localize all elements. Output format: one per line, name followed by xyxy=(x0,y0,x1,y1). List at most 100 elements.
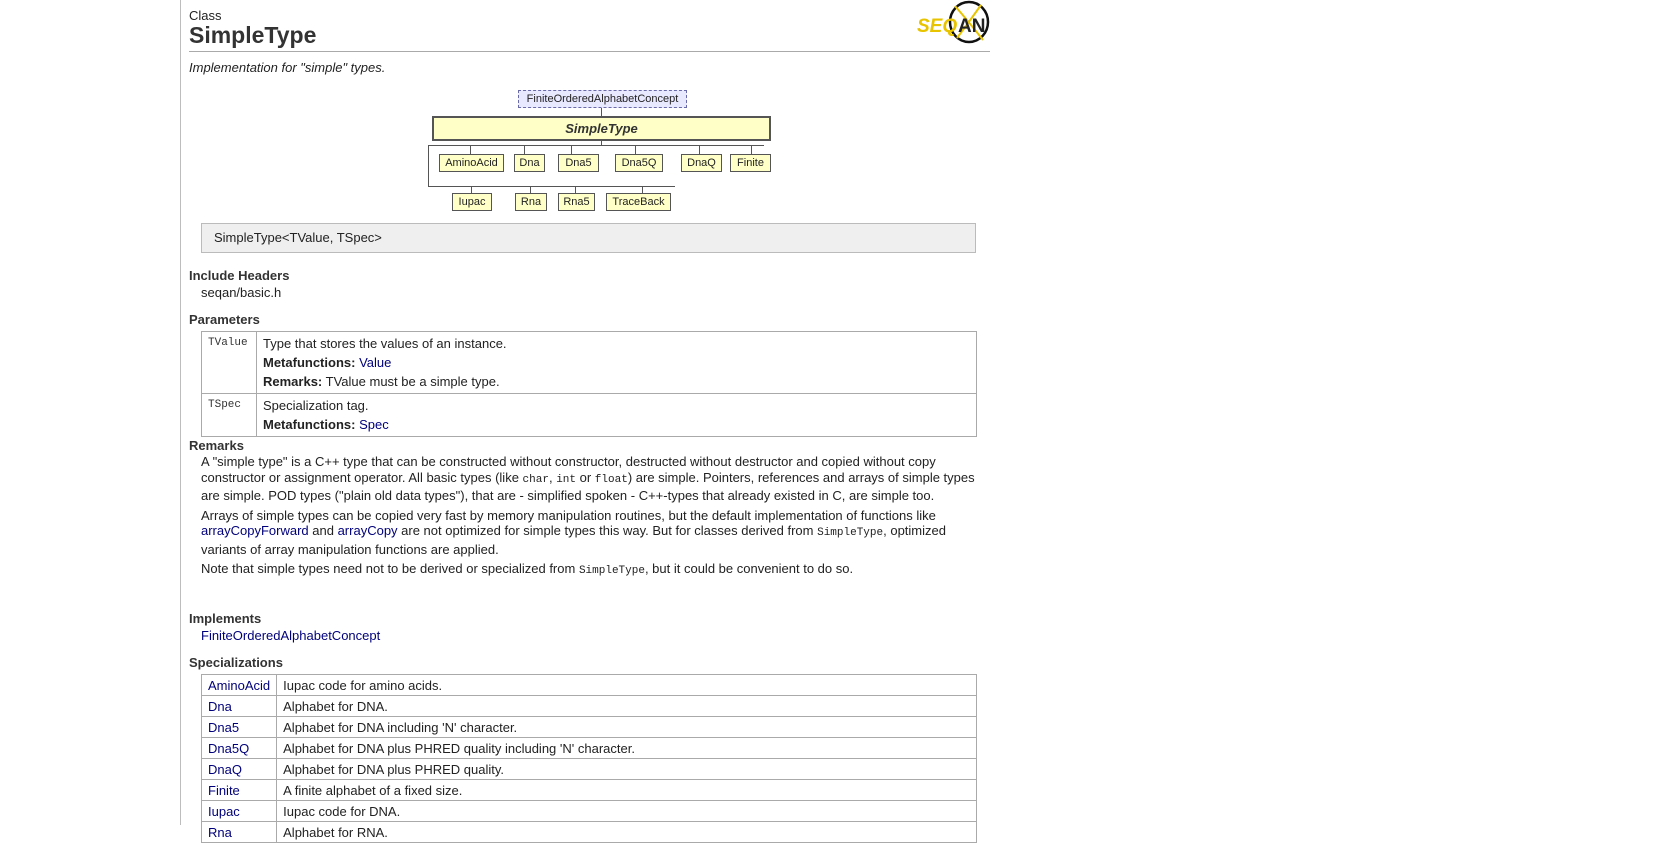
spec-desc: Iupac code for DNA. xyxy=(276,800,977,822)
spec-desc: Alphabet for DNA. xyxy=(276,695,977,717)
remarks-paragraph: Note that simple types need not to be de… xyxy=(201,561,981,580)
spec-link[interactable]: Dna xyxy=(208,699,232,714)
diagram-node-rna5[interactable]: Rna5 xyxy=(558,193,595,211)
diagram-node-dnaq[interactable]: DnaQ xyxy=(681,154,722,172)
param-desc: Type that stores the values of an instan… xyxy=(263,336,507,351)
spec-link[interactable]: Dna5 xyxy=(208,720,239,735)
diagram-node-dna5[interactable]: Dna5 xyxy=(558,154,599,172)
param-remarks: Remarks: TValue must be a simple type. xyxy=(263,372,970,391)
table-row: Finite A finite alphabet of a fixed size. xyxy=(200,779,977,801)
remarks-text: , but it could be convenient to do so. xyxy=(644,561,854,576)
seqan-logo[interactable]: SEQ AN xyxy=(917,0,993,46)
param-metafunctions: Metafunctions: Spec xyxy=(263,415,970,434)
diagram-concept-node[interactable]: FiniteOrderedAlphabetConcept xyxy=(518,90,687,108)
remarks-label: Remarks: xyxy=(263,374,323,389)
remarks-text: Arrays of simple types can be copied ver… xyxy=(201,507,936,523)
diagram-node-traceback[interactable]: TraceBack xyxy=(606,193,671,211)
arraycopy-link[interactable]: arrayCopy xyxy=(338,523,398,538)
metafunction-link-value[interactable]: Value xyxy=(359,355,391,370)
spec-link[interactable]: Finite xyxy=(208,783,240,798)
spec-link[interactable]: Rna xyxy=(208,825,232,840)
spec-link[interactable]: DnaQ xyxy=(208,762,242,777)
diagram-node-dna[interactable]: Dna xyxy=(514,154,545,172)
diagram-node-finite[interactable]: Finite xyxy=(730,154,771,172)
diagram-node-dna5q[interactable]: Dna5Q xyxy=(615,154,663,172)
diagram-line xyxy=(524,145,525,154)
metafunction-link-spec[interactable]: Spec xyxy=(359,417,389,432)
spec-desc: Alphabet for DNA plus PHRED quality incl… xyxy=(276,737,977,759)
table-row: TSpec Specialization tag. Metafunctions:… xyxy=(201,393,977,437)
title-divider xyxy=(189,51,990,52)
remarks-heading: Remarks xyxy=(189,438,244,453)
left-border xyxy=(180,0,181,825)
diagram-line xyxy=(571,145,572,154)
specializations-table: AminoAcid Iupac code for amino acids. Dna… xyxy=(200,674,977,843)
parameters-heading: Parameters xyxy=(189,312,260,327)
diagram-line xyxy=(601,108,602,116)
spec-link[interactable]: AminoAcid xyxy=(208,678,270,693)
code-int: int xyxy=(556,473,576,486)
diagram-node-iupac[interactable]: Iupac xyxy=(452,193,492,211)
parameters-table: TValue Type that stores the values of an… xyxy=(201,331,977,437)
table-row: TValue Type that stores the values of an… xyxy=(201,331,977,394)
table-row: Dna Alphabet for DNA. xyxy=(200,695,977,717)
diagram-line xyxy=(530,186,531,193)
include-header-value: seqan/basic.h xyxy=(201,285,282,300)
remarks-text: are not optimized for simple types this … xyxy=(397,523,818,538)
param-details: Specialization tag. Metafunctions: Spec xyxy=(256,393,977,437)
logo-text-left: SEQ xyxy=(917,16,957,37)
remarks-text: Note that simple types need not to be de… xyxy=(201,561,579,576)
remarks-text: or xyxy=(576,469,595,485)
spec-desc: Iupac code for amino acids. xyxy=(276,674,977,696)
param-name: TSpec xyxy=(201,393,257,437)
remarks-paragraph: Arrays of simple types can be copied ver… xyxy=(201,508,981,558)
implements-heading: Implements xyxy=(189,611,262,626)
metafunctions-label: Metafunctions: xyxy=(263,417,356,432)
arraycopyforward-link[interactable]: arrayCopyForward xyxy=(201,523,309,538)
diagram-line xyxy=(428,186,675,187)
diagram-line xyxy=(751,145,752,154)
table-row: Dna5Q Alphabet for DNA plus PHRED quality… xyxy=(200,737,977,759)
specializations-heading: Specializations xyxy=(189,655,283,670)
spec-link[interactable]: Dna5Q xyxy=(208,741,249,756)
diagram-node-rna[interactable]: Rna xyxy=(515,193,547,211)
param-details: Type that stores the values of an instan… xyxy=(256,331,977,394)
spec-link[interactable]: Iupac xyxy=(208,804,240,819)
diagram-line xyxy=(428,145,764,146)
param-name: TValue xyxy=(201,331,257,394)
param-desc: Specialization tag. xyxy=(263,398,369,413)
table-row: Dna5 Alphabet for DNA including 'N' chara… xyxy=(200,716,977,738)
diagram-line xyxy=(642,186,643,193)
table-row: DnaQ Alphabet for DNA plus PHRED quality. xyxy=(200,758,977,780)
remarks-paragraph: A "simple type" is a C++ type that can b… xyxy=(201,454,981,504)
metafunctions-label: Metafunctions: xyxy=(263,355,356,370)
spec-desc: Alphabet for DNA plus PHRED quality. xyxy=(276,758,977,780)
class-description: Implementation for "simple" types. xyxy=(189,60,386,75)
diagram-line xyxy=(470,145,471,154)
remarks-body: A "simple type" is a C++ type that can b… xyxy=(201,454,981,584)
table-row: AminoAcid Iupac code for amino acids. xyxy=(200,674,977,696)
signature-box: SimpleType<TValue, TSpec> xyxy=(201,223,976,253)
code-simpletype: SimpleType xyxy=(578,565,645,577)
code-simpletype: SimpleType xyxy=(817,527,884,539)
inheritance-diagram: FiniteOrderedAlphabetConcept SimpleType … xyxy=(189,88,989,218)
diagram-line xyxy=(428,145,429,187)
code-char: char xyxy=(522,473,549,486)
remarks-text: and xyxy=(308,523,338,538)
param-remarks-text: TValue must be a simple type. xyxy=(325,374,500,389)
spec-desc: Alphabet for DNA including 'N' character… xyxy=(276,716,977,738)
diagram-node-aminoacid[interactable]: AminoAcid xyxy=(439,154,504,172)
diagram-line xyxy=(699,145,700,154)
code-float: float xyxy=(594,473,628,486)
logo-text-right: AN xyxy=(958,16,985,37)
implements-link[interactable]: FiniteOrderedAlphabetConcept xyxy=(201,628,380,643)
spec-desc: A finite alphabet of a fixed size. xyxy=(276,779,977,801)
table-row: Iupac Iupac code for DNA. xyxy=(200,800,977,822)
page-kind: Class xyxy=(189,8,222,23)
diagram-line xyxy=(575,186,576,193)
param-metafunctions: Metafunctions: Value xyxy=(263,353,970,372)
diagram-line xyxy=(635,145,636,154)
diagram-main-node: SimpleType xyxy=(432,116,771,141)
include-heading: Include Headers xyxy=(189,268,290,283)
diagram-line xyxy=(471,186,472,193)
